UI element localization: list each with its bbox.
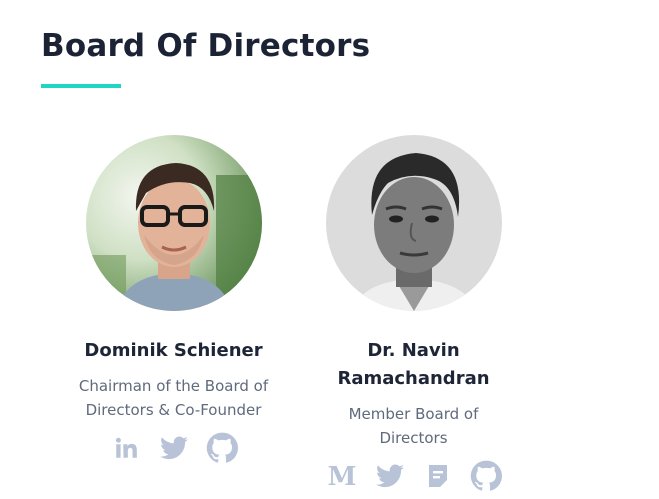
linkedin-icon[interactable]	[110, 432, 142, 464]
svg-text:M: M	[327, 463, 356, 489]
avatar	[325, 135, 502, 311]
avatar	[85, 135, 262, 311]
twitter-icon[interactable]	[158, 432, 190, 464]
social-links	[61, 432, 286, 464]
medium-icon[interactable]: M	[326, 460, 358, 492]
director-role: Member Board of Directors	[348, 405, 479, 447]
director-name: Dr. Navin Ramachandran	[337, 340, 490, 389]
github-icon[interactable]	[206, 432, 238, 464]
director-card: Dominik Schiener Chairman of the Board o…	[61, 135, 286, 464]
section-title: Board Of Directors	[41, 28, 371, 64]
blog-icon[interactable]	[422, 460, 454, 492]
director-card: Dr. Navin Ramachandran Member Board of D…	[302, 135, 525, 492]
social-links: M	[302, 460, 525, 492]
title-underline	[41, 84, 121, 88]
director-name: Dominik Schiener	[84, 340, 263, 361]
director-role: Chairman of the Board of Directors & Co-…	[78, 377, 269, 419]
twitter-icon[interactable]	[374, 460, 406, 492]
github-icon[interactable]	[470, 460, 502, 492]
